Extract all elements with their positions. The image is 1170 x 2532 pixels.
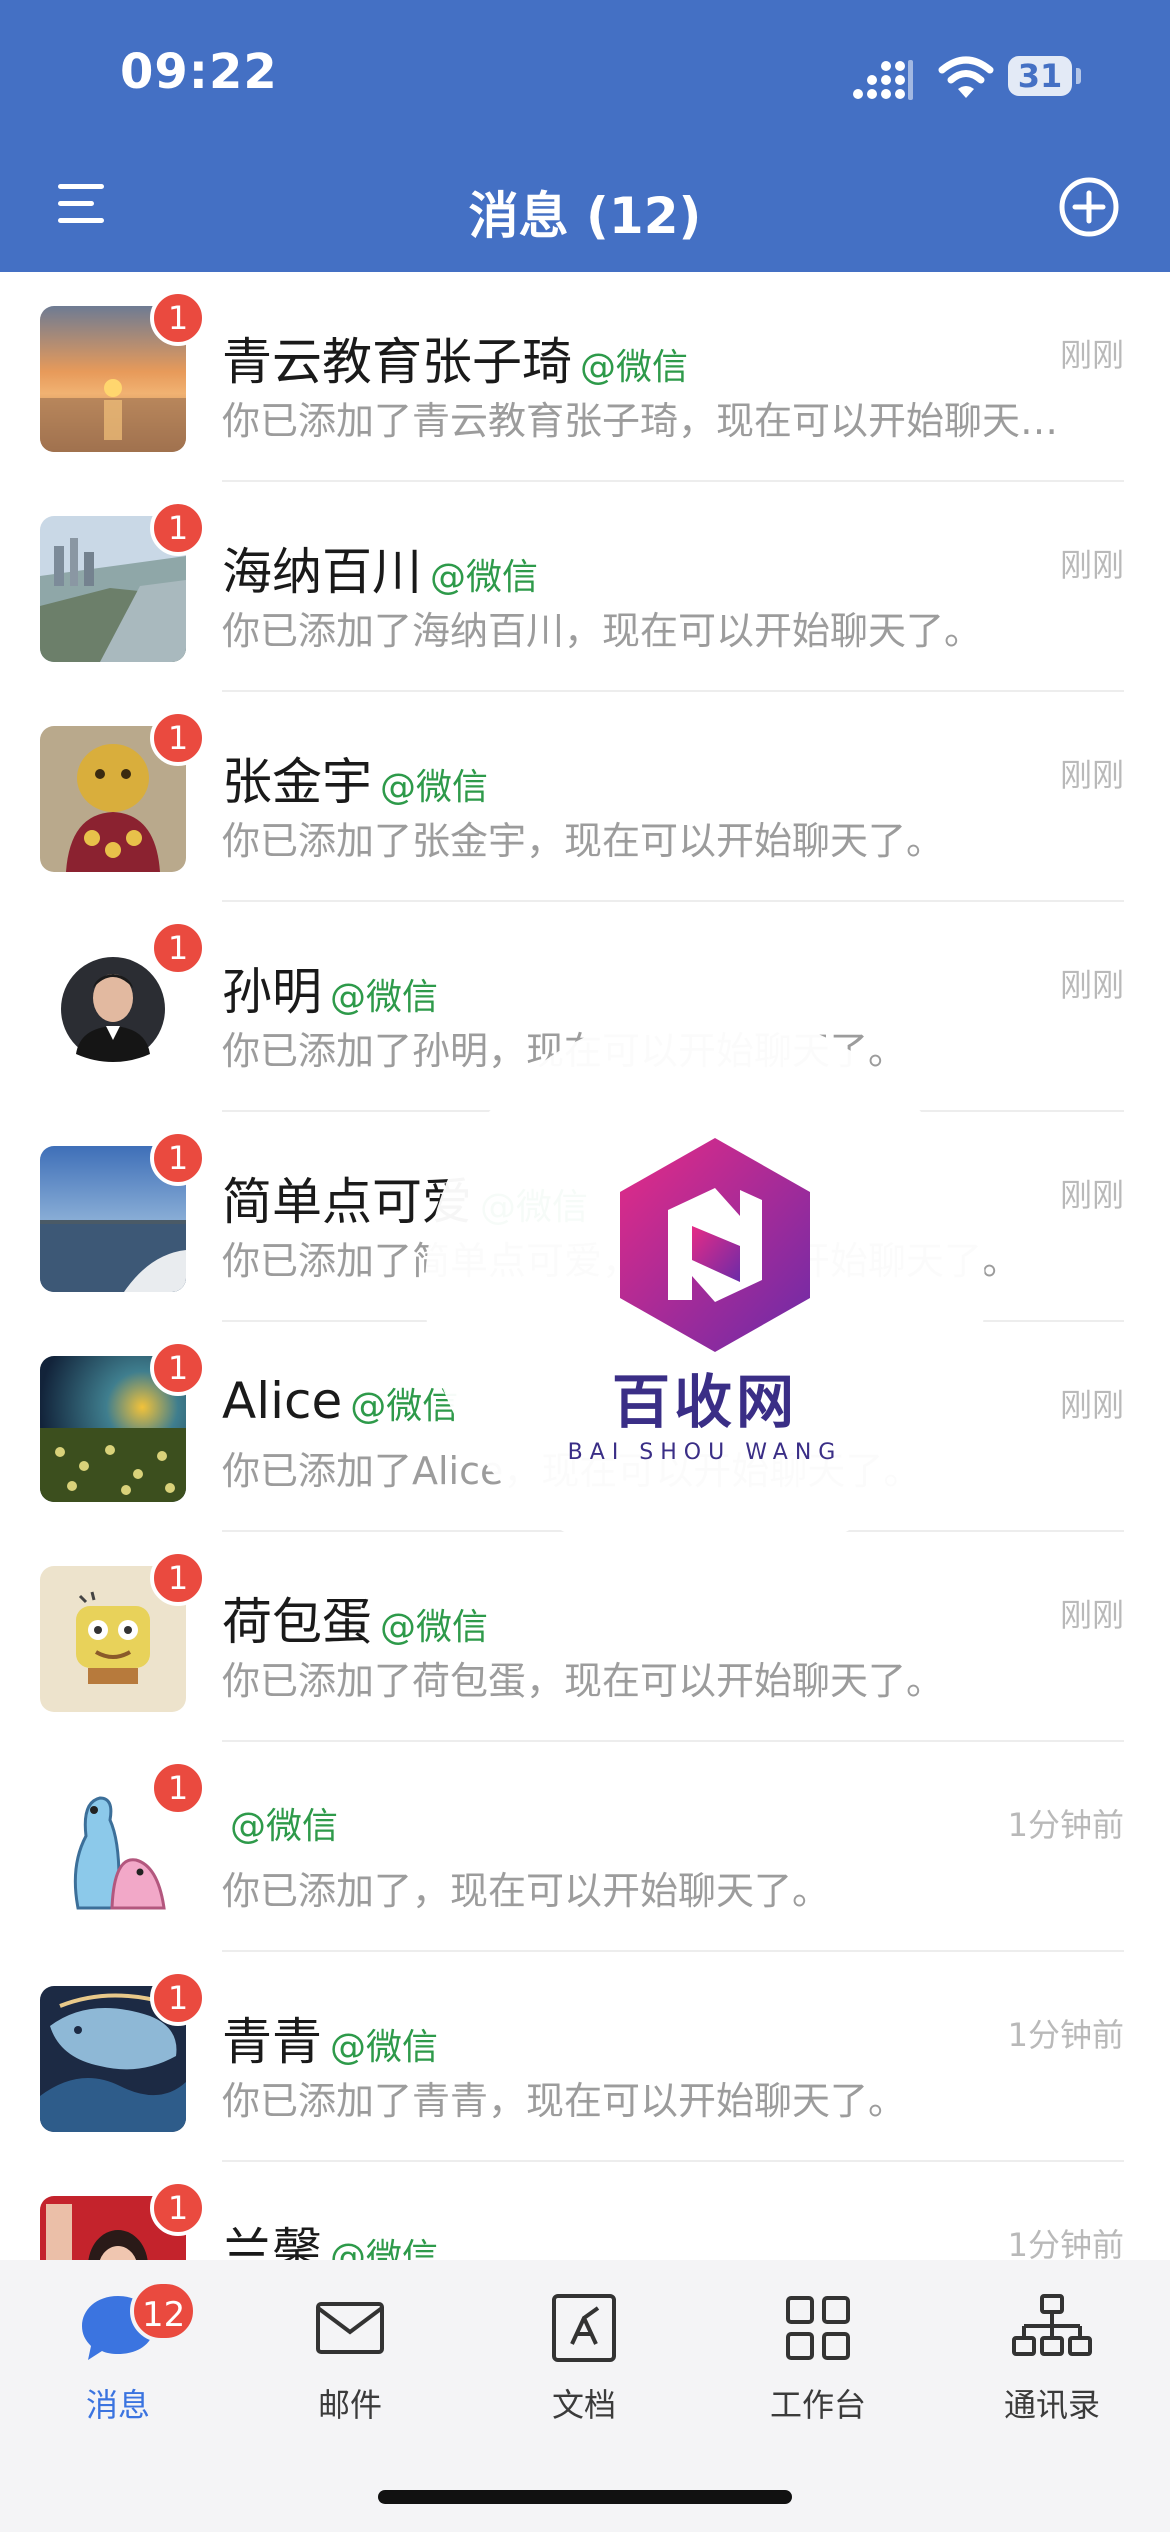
message-time: 刚刚	[1059, 966, 1124, 1004]
source-tag: @微信	[580, 347, 689, 388]
status-time: 09:22	[120, 44, 278, 100]
unread-badge: 1	[150, 1550, 206, 1606]
contact-name: @微信	[222, 1792, 338, 1850]
contact-name: 青云教育张子琦 @微信	[222, 322, 688, 394]
contact-name-text: 孙明	[222, 963, 322, 1021]
unread-badge: 1	[150, 1970, 206, 2026]
contact-name-text: 张金宇	[222, 753, 372, 811]
document-icon	[552, 2294, 616, 2362]
watermark-overlay: 百收网 BAI SHOU WANG	[425, 1010, 985, 1570]
contact-name: 海纳百川 @微信	[222, 532, 538, 604]
source-tag: @微信	[330, 2027, 439, 2068]
source-tag: @微信	[230, 1806, 339, 1847]
unread-badge: 1	[150, 920, 206, 976]
unread-badge: 1	[150, 290, 206, 346]
source-tag: @微信	[330, 977, 439, 1018]
message-preview: 你已添加了，现在可以开始聊天了。	[222, 1869, 831, 1913]
conversation-item[interactable]: 1 @微信 1分钟前 你已添加了，现在可以开始聊天了。	[0, 1742, 1170, 1952]
tab-label: 邮件	[317, 2386, 382, 2424]
conversation-item[interactable]: 1 青青 @微信 1分钟前 你已添加了青青，现在可以开始聊天了。	[0, 1952, 1170, 2162]
unread-badge: 1	[150, 2180, 206, 2236]
message-preview: 你已添加了青云教育张子琦，现在可以开始聊天了。	[222, 399, 1084, 443]
watermark-subtitle: BAI SHOU WANG	[567, 1440, 843, 1465]
source-tag: @微信	[380, 1607, 489, 1648]
battery-indicator: 31	[1008, 56, 1072, 96]
unread-badge: 1	[150, 1760, 206, 1816]
message-time: 刚刚	[1059, 336, 1124, 374]
message-time: 刚刚	[1059, 756, 1124, 794]
contact-name: 张金宇 @微信	[222, 742, 488, 814]
contact-name: 荷包蛋 @微信	[222, 1582, 488, 1654]
message-time: 刚刚	[1059, 1386, 1124, 1424]
watermark-title: 百收网	[611, 1368, 798, 1436]
home-indicator[interactable]	[378, 2490, 792, 2504]
tab-docs[interactable]: 文档	[484, 2290, 684, 2450]
conversation-item[interactable]: 1 青云教育张子琦 @微信 刚刚 你已添加了青云教育张子琦，现在可以开始聊天了。	[0, 272, 1170, 482]
battery-tip	[1076, 68, 1081, 84]
message-preview: 你已添加了海纳百川，现在可以开始聊天了。	[222, 609, 983, 653]
unread-badge: 1	[150, 710, 206, 766]
brand-logo-icon	[620, 1138, 810, 1352]
source-tag: @微信	[430, 557, 539, 598]
tab-workbench[interactable]: 工作台	[718, 2290, 918, 2450]
tab-label: 通讯录	[1003, 2386, 1100, 2424]
grid-icon	[786, 2296, 850, 2360]
message-time: 刚刚	[1059, 1176, 1124, 1214]
message-time: 1分钟前	[1007, 2016, 1124, 2054]
top-header: 09:22 31 消息 (12)	[0, 0, 1170, 272]
tab-unread-badge: 12	[130, 2280, 198, 2342]
tab-label: 消息	[85, 2386, 150, 2424]
unread-badge: 1	[150, 500, 206, 556]
contact-name-text: 青青	[222, 2013, 322, 2071]
org-chart-icon	[1012, 2294, 1092, 2356]
message-preview: 你已添加了青青，现在可以开始聊天了。	[222, 2079, 907, 2123]
unread-badge: 1	[150, 1340, 206, 1396]
message-time: 刚刚	[1059, 1596, 1124, 1634]
tab-mail[interactable]: 邮件	[250, 2290, 450, 2450]
tab-contacts[interactable]: 通讯录	[952, 2290, 1152, 2450]
message-preview: 你已添加了张金宇，现在可以开始聊天了。	[222, 819, 945, 863]
tab-messages[interactable]: 消息 12	[18, 2280, 218, 2450]
page-title: 消息 (12)	[468, 187, 702, 245]
message-time: 刚刚	[1059, 546, 1124, 584]
tab-label: 文档	[551, 2386, 616, 2424]
conversation-item[interactable]: 1 海纳百川 @微信 刚刚 你已添加了海纳百川，现在可以开始聊天了。	[0, 482, 1170, 692]
source-tag: @微信	[380, 767, 489, 808]
contact-name-text: Alice	[222, 1372, 343, 1430]
conversation-item[interactable]: 1 张金宇 @微信 刚刚 你已添加了张金宇，现在可以开始聊天了。	[0, 692, 1170, 902]
contact-name-text: 荷包蛋	[222, 1593, 372, 1651]
mail-icon	[316, 2302, 384, 2354]
contact-name: 青青 @微信	[222, 2002, 438, 2074]
tab-label: 工作台	[769, 2386, 866, 2424]
contact-name-text: 青云教育张子琦	[222, 333, 572, 391]
conversation-item[interactable]: 1 荷包蛋 @微信 刚刚 你已添加了荷包蛋，现在可以开始聊天了。	[0, 1532, 1170, 1742]
wifi-icon	[938, 56, 994, 98]
unread-badge: 1	[150, 1130, 206, 1186]
cellular-signal-icon	[853, 60, 913, 100]
message-preview: 你已添加了荷包蛋，现在可以开始聊天了。	[222, 1659, 945, 1703]
contact-name: Alice @微信	[222, 1372, 458, 1430]
contact-name: 孙明 @微信	[222, 952, 438, 1024]
contact-name-text: 海纳百川	[222, 543, 422, 601]
add-icon[interactable]	[1058, 176, 1120, 238]
message-time: 1分钟前	[1007, 1806, 1124, 1844]
